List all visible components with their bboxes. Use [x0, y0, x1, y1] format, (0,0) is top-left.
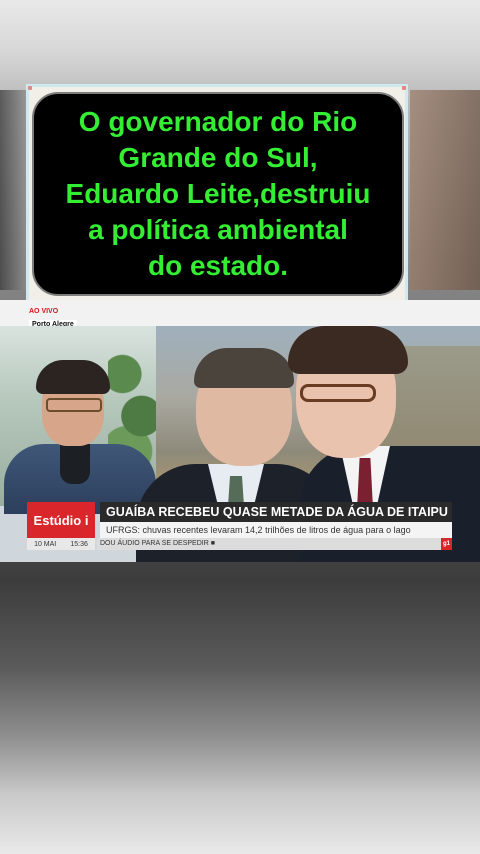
show-name-badge: Estúdio i	[27, 502, 95, 538]
corner-pin	[28, 86, 32, 90]
background-blur-left	[0, 90, 26, 290]
date-time-bar: 10 MAI 15:36	[27, 538, 95, 550]
reporter-hair	[36, 360, 110, 394]
time-label: 15:36	[70, 540, 88, 548]
reporter-collar	[60, 444, 90, 484]
person-left-hair	[194, 348, 294, 388]
caption-card: O governador do Rio Grande do Sul, Eduar…	[26, 84, 408, 306]
live-label: AO VIVO	[29, 308, 59, 315]
headline-bar: GUAÍBA RECEBEU QUASE METADE DA ÁGUA DE I…	[100, 502, 452, 522]
person-right-glasses	[300, 384, 376, 402]
network-logo-badge: g1	[441, 538, 452, 550]
background-blur-right	[410, 90, 480, 290]
reporter-glasses	[46, 398, 102, 412]
date-label: 10 MAI	[34, 540, 57, 548]
news-video-frame[interactable]: AO VIVO Porto Alegre Estúdio i 10 MAI 15…	[0, 300, 480, 562]
reporter-window	[0, 326, 156, 514]
corner-pin	[402, 86, 406, 90]
person-right-hair	[288, 326, 408, 374]
subheadline-bar: UFRGS: chuvas recentes levaram 14,2 tril…	[100, 522, 452, 538]
caption-box: O governador do Rio Grande do Sul, Eduar…	[32, 92, 404, 296]
news-ticker: DOU ÁUDIO PARA SE DESPEDIR ■	[97, 538, 452, 550]
lower-third-graphic: Estúdio i 10 MAI 15:36 GUAÍBA RECEBEU QU…	[0, 502, 480, 562]
caption-text: O governador do Rio Grande do Sul, Eduar…	[65, 106, 371, 281]
